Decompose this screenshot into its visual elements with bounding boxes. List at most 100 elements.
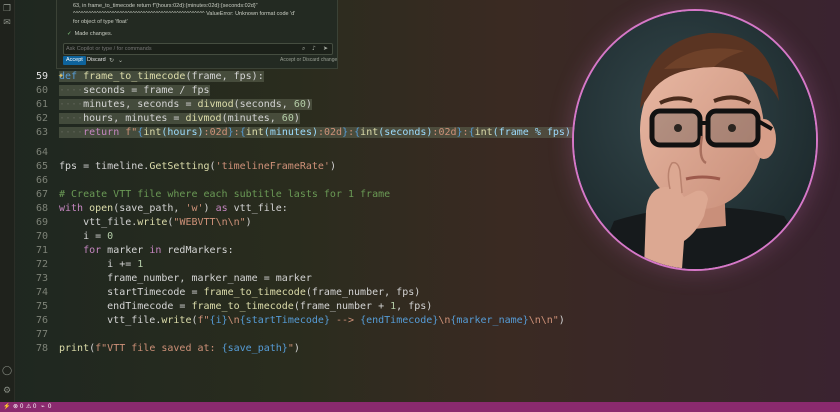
code-text: endTimecode = frame_to_timecode(frame_nu… xyxy=(59,300,432,314)
code-token: {save_path} xyxy=(221,343,288,354)
chat-input-box[interactable]: ⌕ ♪ ➤ xyxy=(63,43,333,55)
code-token: divmod xyxy=(197,99,234,110)
code-token: ···· xyxy=(59,99,84,110)
code-token: startTimecode = xyxy=(59,287,204,298)
code-token: vtt_file: xyxy=(227,203,288,214)
code-token: ···· xyxy=(59,127,84,138)
code-token: int xyxy=(245,127,264,138)
chevron-down-icon[interactable]: ⌄ xyxy=(118,56,123,65)
code-token: ) xyxy=(558,315,565,326)
code-token: 'w' xyxy=(185,203,204,214)
copy-icon[interactable]: ❐ xyxy=(2,4,12,14)
code-token: ) xyxy=(293,343,300,354)
code-token: { xyxy=(239,127,246,138)
code-token: marker xyxy=(101,245,150,256)
line-number: 73 xyxy=(35,273,48,284)
code-token: (minutes, xyxy=(221,113,282,124)
line-number: 69 xyxy=(35,217,48,228)
code-line[interactable]: 76 vtt_file.write(f"{i}\n{startTimecode}… xyxy=(14,314,840,328)
line-number: 64 xyxy=(35,147,48,158)
code-token: frame_number, marker_name = marker xyxy=(59,273,312,284)
code-text: ····minutes, seconds = divmod(seconds, 6… xyxy=(59,98,312,112)
settings-gear-icon[interactable]: ⚙ xyxy=(2,386,12,396)
send-icon[interactable]: ➤ xyxy=(323,44,328,54)
code-token: i += xyxy=(59,259,138,270)
code-token: ) xyxy=(203,203,216,214)
chat-output-line: ^^^^^^^^^^^^^^^^^^^^^^^^^^^^^^^^^^^^^^^^… xyxy=(73,11,296,17)
ports-icon[interactable]: ⌁ xyxy=(41,402,45,412)
code-line[interactable]: 78 print(f"VTT file saved at: {save_path}… xyxy=(14,342,840,356)
code-token: (frame, fps): xyxy=(185,71,264,82)
code-text: vtt_file.write(f"{i}\n{startTimecode} --… xyxy=(59,314,565,328)
code-text: print(f"VTT file saved at: {save_path}") xyxy=(59,342,300,356)
code-token: int xyxy=(360,127,379,138)
code-token: in xyxy=(149,245,162,256)
chat-icon[interactable]: ✉ xyxy=(2,18,12,28)
code-token: : xyxy=(233,127,240,138)
refresh-icon[interactable]: ↻ xyxy=(109,56,114,65)
error-count[interactable]: 0 xyxy=(20,402,23,412)
code-line[interactable]: 75 endTimecode = frame_to_timecode(frame… xyxy=(14,300,840,314)
code-token: open xyxy=(89,203,114,214)
code-text: fps = timeline.GetSetting('timelineFrame… xyxy=(59,160,336,174)
code-text: ····seconds = frame / fps xyxy=(59,84,210,98)
code-token: redMarkers: xyxy=(161,245,234,256)
copilot-chat-panel: 63, in frame_to_timecode return f"{hours… xyxy=(56,0,338,69)
code-token: endTimecode = xyxy=(59,301,192,312)
code-token: f" xyxy=(197,315,210,326)
code-text: vtt_file.write("WEBVTT\n\n") xyxy=(59,216,252,230)
ports-count[interactable]: 0 xyxy=(48,402,51,412)
code-token: ) xyxy=(329,161,336,172)
warning-icon[interactable]: ⚠ xyxy=(26,402,31,412)
error-icon[interactable]: ⊗ xyxy=(13,402,18,412)
line-number: 66 xyxy=(35,175,48,186)
code-token: write xyxy=(137,217,168,228)
code-line[interactable]: 73 frame_number, marker_name = marker xyxy=(14,272,840,286)
code-token: i = xyxy=(59,231,108,242)
code-token: (frame_number + xyxy=(293,301,391,312)
code-token: \n xyxy=(438,315,451,326)
code-token: print xyxy=(59,343,90,354)
code-token: (seconds) xyxy=(378,127,433,138)
code-text: frame_number, marker_name = marker xyxy=(59,272,312,286)
code-token: 1 xyxy=(137,259,144,270)
accept-button[interactable]: Accept xyxy=(63,56,86,65)
line-number: 67 xyxy=(35,189,48,200)
code-token: write xyxy=(161,315,192,326)
code-token: minutes, seconds = xyxy=(83,99,198,110)
line-number: 65 xyxy=(35,161,48,172)
code-token: ) xyxy=(245,217,252,228)
code-text: ····hours, minutes = divmod(minutes, 60) xyxy=(59,112,300,126)
line-number: 75 xyxy=(35,301,48,312)
code-token: int xyxy=(143,127,162,138)
remote-indicator[interactable]: ⚡ xyxy=(3,402,10,412)
microphone-icon[interactable]: ♪ xyxy=(312,44,316,54)
warning-count[interactable]: 0 xyxy=(33,402,36,412)
discard-button[interactable]: Discard xyxy=(84,56,109,65)
account-icon[interactable]: ◯ xyxy=(2,366,12,376)
code-line[interactable]: 74 startTimecode = frame_to_timecode(fra… xyxy=(14,286,840,300)
chat-output-line: 63, in frame_to_timecode return f"{hours… xyxy=(73,3,258,9)
code-text: # Create VTT file where each subtitle la… xyxy=(59,188,390,202)
code-token: {i} xyxy=(209,315,228,326)
code-line[interactable]: 77 xyxy=(14,328,840,342)
code-text: i += 1 xyxy=(59,258,143,272)
code-token: (seconds, xyxy=(233,99,294,110)
code-token: ···· xyxy=(59,85,84,96)
code-token: ) xyxy=(293,113,300,124)
code-text: def frame_to_timecode(frame, fps): xyxy=(59,70,264,84)
code-token: {startTimecode} xyxy=(239,315,330,326)
code-token: } xyxy=(456,127,463,138)
check-icon: ✓ xyxy=(67,31,72,37)
code-token: 60 xyxy=(281,113,294,124)
code-token: frame_to_timecode xyxy=(191,301,294,312)
code-token: } xyxy=(227,127,234,138)
attach-icon[interactable]: ⌕ xyxy=(302,44,305,54)
line-number: 72 xyxy=(35,259,48,270)
lightbulb-icon[interactable]: ✦ xyxy=(58,73,64,80)
status-bar: ⚡ ⊗ 0 ⚠ 0 ⌁ 0 xyxy=(0,402,840,412)
chat-input[interactable] xyxy=(66,44,296,54)
line-number: 78 xyxy=(35,343,48,354)
line-number: 59 xyxy=(35,71,48,82)
